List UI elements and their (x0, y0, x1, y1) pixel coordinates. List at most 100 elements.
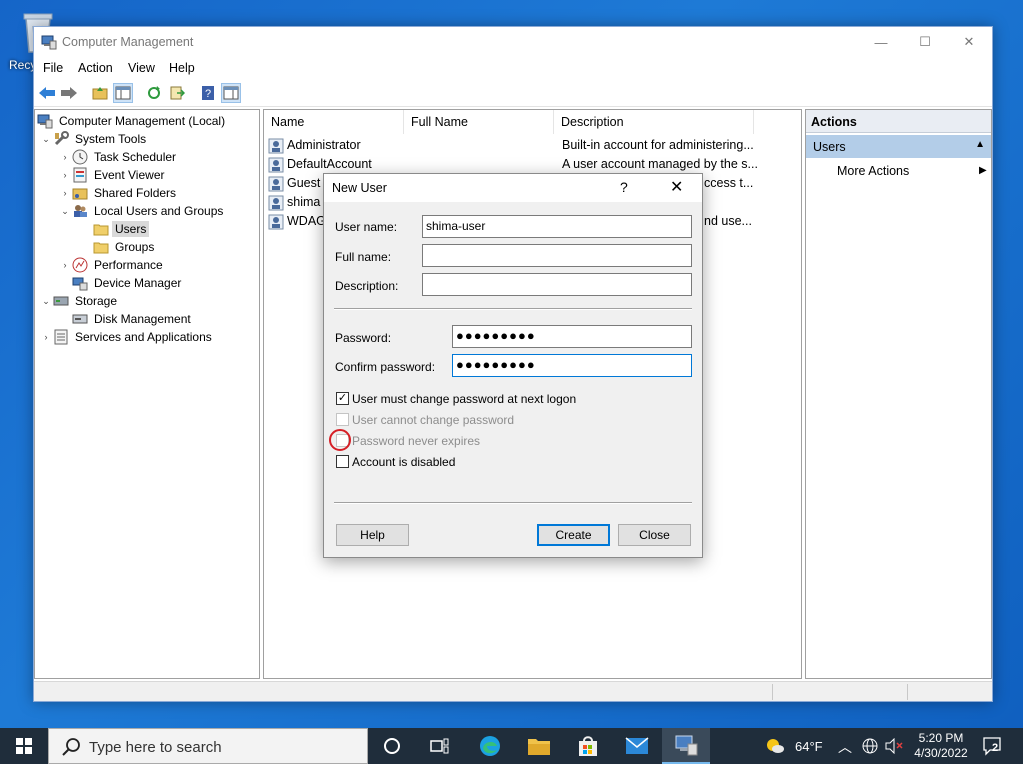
cannot-change-password-checkbox[interactable] (336, 413, 349, 426)
help-toolbar-button[interactable]: ? (198, 83, 218, 103)
store-taskbar-button[interactable] (564, 728, 612, 764)
confirm-password-field[interactable]: ●●●●●●●●● (452, 354, 692, 377)
tree-item-shared-folders[interactable]: › Shared Folders (58, 184, 179, 202)
forward-arrow-icon (61, 87, 77, 99)
start-button[interactable] (0, 728, 48, 764)
expand-arrow-icon[interactable]: › (58, 148, 72, 166)
collapse-arrow-icon[interactable]: ⌄ (39, 130, 53, 148)
new-user-dialog: New User ? ✕ User name: shima-user Full … (323, 173, 703, 558)
weather-temperature[interactable]: 64°F (795, 739, 823, 754)
menu-action[interactable]: Action (78, 61, 113, 75)
computer-management-taskbar-button[interactable] (662, 728, 710, 764)
user-account-icon (268, 138, 284, 154)
edge-taskbar-button[interactable] (466, 728, 514, 764)
user-account-icon (268, 214, 284, 230)
menu-help[interactable]: Help (169, 61, 195, 75)
menu-bar: File Action View Help (34, 57, 992, 79)
password-never-expires-label: Password never expires (352, 434, 481, 448)
actions-section-users[interactable]: Users ▲ (806, 135, 991, 158)
tree-item-groups[interactable]: Groups (93, 238, 157, 256)
refresh-button[interactable] (144, 83, 164, 103)
expand-arrow-icon[interactable]: › (58, 166, 72, 184)
show-hide-action-pane-button[interactable] (221, 83, 241, 103)
cortana-button[interactable] (368, 728, 416, 764)
file-explorer-icon (528, 739, 550, 755)
dialog-title-bar[interactable]: New User ? ✕ (324, 174, 702, 202)
back-arrow-icon (39, 87, 55, 99)
tree-item-storage[interactable]: ⌄ Storage (39, 292, 120, 310)
refresh-icon (148, 86, 160, 99)
create-button[interactable]: Create (537, 524, 610, 546)
search-placeholder: Type here to search (89, 739, 222, 756)
user-account-icon (268, 195, 284, 211)
tree-item-disk-management[interactable]: Disk Management (72, 310, 194, 328)
collapse-arrow-icon[interactable]: ⌄ (58, 202, 72, 220)
column-header-full-name[interactable]: Full Name (404, 110, 554, 134)
close-button[interactable]: ✕ (946, 27, 992, 57)
close-dialog-button[interactable]: Close (618, 524, 691, 546)
expand-arrow-icon[interactable]: › (39, 328, 53, 346)
column-header-name[interactable]: Name (264, 110, 404, 134)
help-button[interactable]: Help (336, 524, 409, 546)
more-actions-item[interactable]: More Actions (837, 164, 909, 178)
device-manager-icon (72, 277, 88, 291)
dialog-close-icon[interactable]: ✕ (670, 177, 683, 197)
list-item[interactable]: Administrator Built-in account for admin… (268, 136, 798, 155)
full-name-field[interactable] (422, 244, 692, 267)
task-view-button[interactable] (416, 728, 464, 764)
tree-item-local-users-and-groups[interactable]: ⌄ Local Users and Groups (58, 202, 226, 220)
tree-item-task-scheduler[interactable]: › Task Scheduler (58, 148, 179, 166)
collapse-arrow-icon[interactable]: ⌄ (39, 292, 53, 310)
must-change-password-checkbox[interactable]: ✓ (336, 392, 349, 405)
actions-section-label: Users (813, 140, 846, 154)
submenu-arrow-icon: ▶ (979, 165, 987, 176)
mail-taskbar-button[interactable] (613, 728, 661, 764)
search-input[interactable]: Type here to search (48, 728, 368, 764)
title-bar[interactable]: Computer Management — ☐ ✕ (34, 27, 992, 57)
full-name-label: Full name: (335, 250, 392, 264)
must-change-password-label[interactable]: User must change password at next logon (352, 392, 576, 406)
taskbar: Type here to search 64°F ︿ 5:20 PM 4/30/… (0, 728, 1023, 764)
tree-item-computer-management[interactable]: Computer Management (Local) (37, 112, 228, 130)
account-disabled-checkbox[interactable] (336, 455, 349, 468)
collapse-triangle-icon[interactable]: ▲ (975, 139, 985, 150)
back-button[interactable] (37, 83, 57, 103)
show-hidden-icons-chevron-icon[interactable]: ︿ (838, 737, 852, 757)
system-clock[interactable]: 5:20 PM 4/30/2022 (906, 731, 976, 761)
volume-muted-icon[interactable] (884, 738, 904, 754)
weather-sun-icon[interactable] (765, 737, 785, 755)
cortana-circle-icon (384, 738, 400, 754)
description-field[interactable] (422, 273, 692, 296)
toolbar: ? (34, 79, 992, 107)
menu-view[interactable]: View (128, 61, 155, 75)
show-hide-console-tree-button[interactable] (113, 83, 133, 103)
expand-arrow-icon[interactable]: › (58, 184, 72, 202)
tree-item-event-viewer[interactable]: › Event Viewer (58, 166, 167, 184)
tree-item-performance[interactable]: › Performance (58, 256, 166, 274)
minimize-button[interactable]: — (858, 27, 904, 57)
user-name-field[interactable]: shima-user (422, 215, 692, 238)
network-globe-icon[interactable] (862, 738, 878, 754)
account-disabled-label[interactable]: Account is disabled (352, 455, 455, 469)
window-title: Computer Management (62, 35, 194, 49)
expand-arrow-icon[interactable]: › (58, 256, 72, 274)
list-item[interactable]: DefaultAccount A user account managed by… (268, 155, 798, 174)
column-header-description[interactable]: Description (554, 110, 754, 134)
tree-item-system-tools[interactable]: ⌄ System Tools (39, 130, 149, 148)
maximize-button[interactable]: ☐ (902, 27, 948, 57)
up-one-level-button[interactable] (90, 83, 110, 103)
export-list-button[interactable] (167, 83, 187, 103)
menu-file[interactable]: File (43, 61, 63, 75)
tree-item-device-manager[interactable]: Device Manager (72, 274, 184, 292)
mail-envelope-icon (625, 737, 649, 754)
notification-center-button[interactable]: 2 (982, 736, 1006, 758)
system-tools-icon (54, 131, 69, 146)
forward-button[interactable] (59, 83, 79, 103)
tree-item-users[interactable]: Users (93, 220, 150, 238)
tree-item-services-and-applications[interactable]: › Services and Applications (39, 328, 215, 346)
password-field[interactable]: ●●●●●●●●● (452, 325, 692, 348)
status-bar (34, 681, 992, 701)
folder-icon (93, 242, 109, 254)
dialog-help-button[interactable]: ? (620, 179, 628, 195)
file-explorer-taskbar-button[interactable] (515, 728, 563, 764)
